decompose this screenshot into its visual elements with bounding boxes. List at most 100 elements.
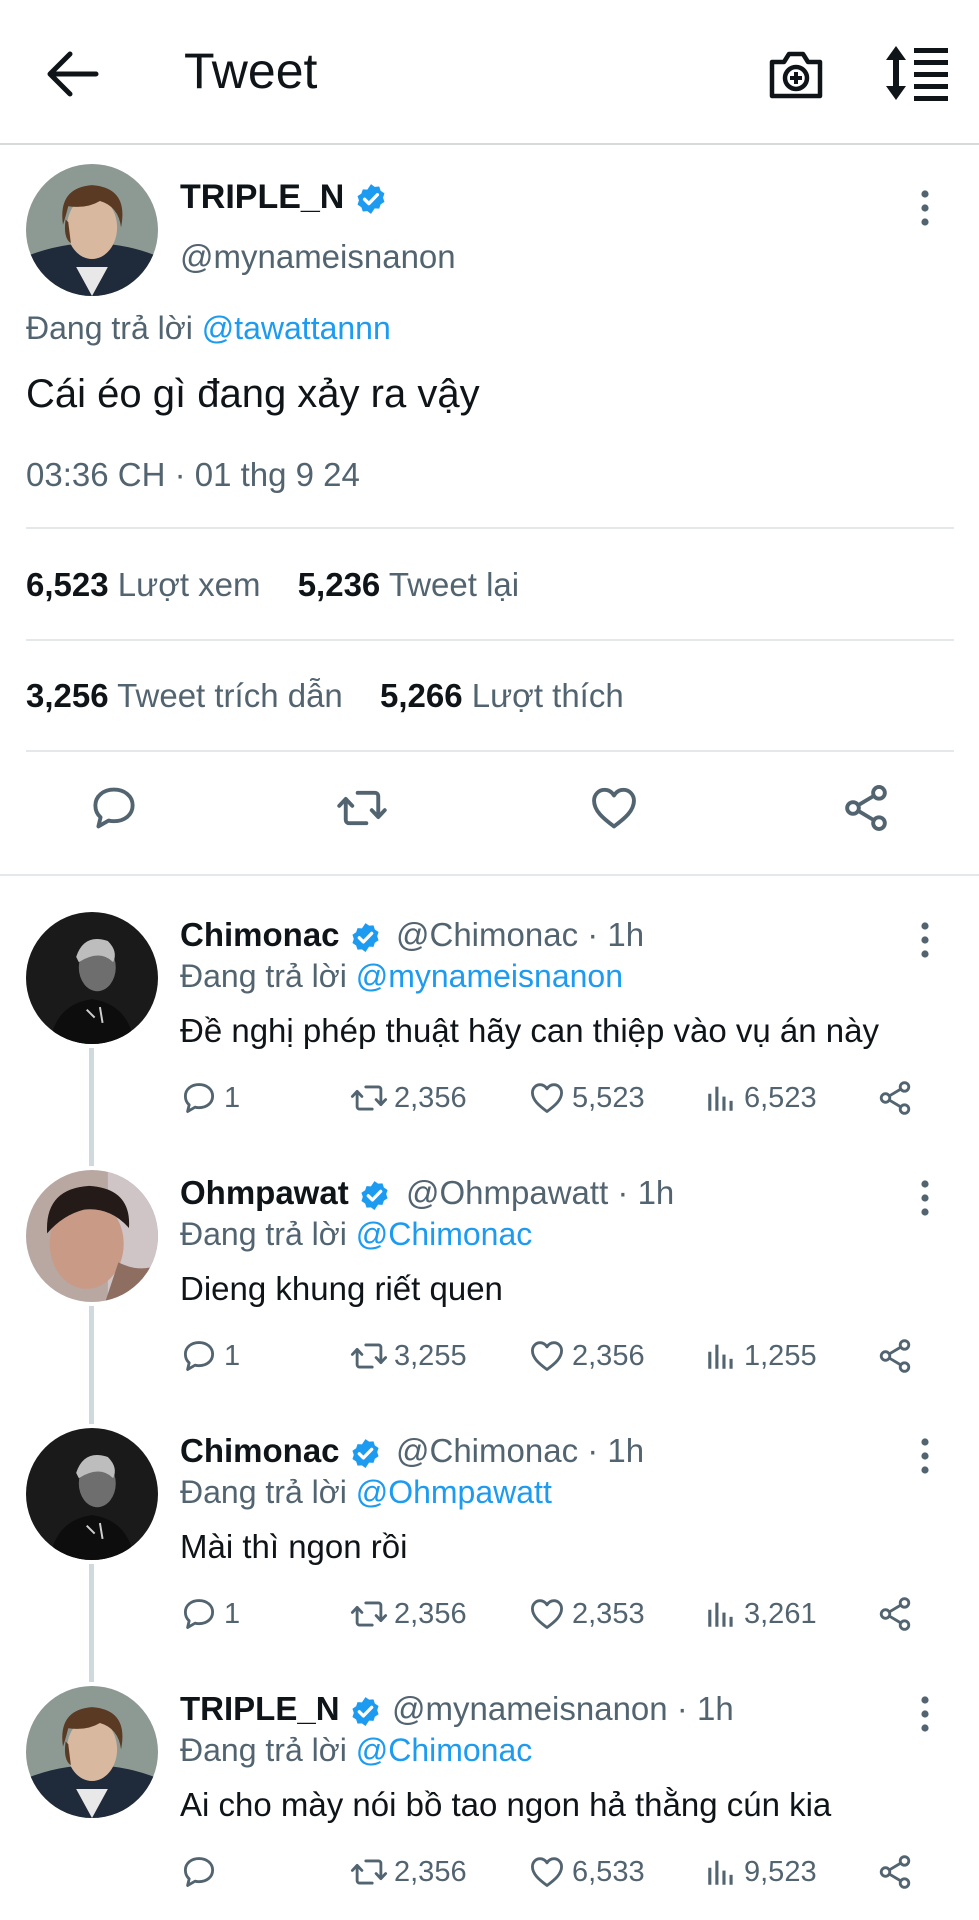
divider <box>26 527 954 529</box>
retweets-stat[interactable]: 5,236 Tweet lại <box>298 566 519 603</box>
like-icon <box>528 1595 566 1633</box>
reply-mention-link[interactable]: @Chimonac <box>356 1216 533 1252</box>
views-count[interactable]: 1,255 <box>704 1334 817 1378</box>
views-icon <box>704 1081 738 1115</box>
reply-count[interactable]: 1 <box>180 1592 240 1636</box>
more-vertical-icon[interactable] <box>915 1436 935 1476</box>
more-vertical-icon[interactable] <box>915 920 935 960</box>
reply-count[interactable] <box>180 1850 224 1894</box>
reply-mention-link[interactable]: @tawattannn <box>202 310 391 346</box>
retweet-icon[interactable] <box>336 782 388 834</box>
reply-tweet[interactable]: Chimonac @Chimonac · 1h Đang trả lời @my… <box>0 876 979 1134</box>
tweet-metrics: 1 2,356 5,523 6,523 <box>180 1076 950 1120</box>
divider <box>26 639 954 641</box>
retweet-icon <box>350 1079 388 1117</box>
back-arrow-icon[interactable] <box>44 48 100 100</box>
main-tweet: TRIPLE_N @mynameisnanon Đang trả lời @ta… <box>0 146 979 876</box>
reply-tweet[interactable]: Ohmpawat @Ohmpawatt · 1h Đang trả lời @C… <box>0 1134 979 1392</box>
user-handle[interactable]: @mynameisnanon · 1h <box>392 1690 734 1728</box>
reply-count[interactable]: 1 <box>180 1076 240 1120</box>
tweet-text: Mài thì ngon rồi <box>180 1528 408 1565</box>
user-handle[interactable]: @Chimonac · 1h <box>396 916 644 954</box>
reply-tweet[interactable]: Chimonac @Chimonac · 1h Đang trả lời @Oh… <box>0 1392 979 1650</box>
verified-badge-icon <box>349 1695 382 1728</box>
reply-mention-link[interactable]: @Ohmpawatt <box>356 1474 552 1510</box>
tweet-timestamp: 03:36 CH · 01 thg 9 24 <box>26 456 360 493</box>
more-vertical-icon[interactable] <box>915 1178 935 1218</box>
tweet-text: Ai cho mày nói bồ tao ngon hả thằng cún … <box>180 1786 832 1823</box>
like-icon <box>528 1853 566 1891</box>
avatar[interactable] <box>26 912 158 1044</box>
retweet-count[interactable]: 2,356 <box>350 1076 467 1120</box>
share-icon <box>876 1337 914 1375</box>
verified-badge-icon <box>354 182 388 216</box>
replying-to: Đang trả lời @tawattannn <box>26 310 391 346</box>
views-count[interactable]: 9,523 <box>704 1850 817 1894</box>
avatar[interactable] <box>26 1170 158 1302</box>
stats-row-2: 3,256 Tweet trích dẫn 5,266 Lượt thích <box>26 677 624 715</box>
like-icon <box>528 1079 566 1117</box>
replying-to: Đang trả lời @Chimonac <box>180 1216 533 1252</box>
display-name[interactable]: Chimonac <box>180 916 382 954</box>
reply-icon <box>180 1079 218 1117</box>
share-button[interactable] <box>876 1592 920 1636</box>
more-vertical-icon[interactable] <box>915 188 935 228</box>
share-icon <box>876 1853 914 1891</box>
camera-plus-icon[interactable] <box>766 44 826 104</box>
views-icon <box>704 1339 738 1373</box>
avatar[interactable] <box>26 1428 158 1560</box>
tweet-metrics: 1 2,356 2,353 3,261 <box>180 1592 950 1636</box>
tweet-metrics: 2,356 6,533 9,523 <box>180 1850 950 1894</box>
retweet-icon <box>350 1337 388 1375</box>
replying-to: Đang trả lời @mynameisnanon <box>180 958 623 994</box>
views-stat[interactable]: 6,523 Lượt xem <box>26 566 261 603</box>
retweet-icon <box>350 1853 388 1891</box>
share-icon <box>876 1595 914 1633</box>
reply-count[interactable]: 1 <box>180 1334 240 1378</box>
reply-icon[interactable] <box>88 782 140 834</box>
retweet-count[interactable]: 3,255 <box>350 1334 467 1378</box>
display-name[interactable]: TRIPLE_N <box>180 1690 382 1728</box>
stats-row-1: 6,523 Lượt xem 5,236 Tweet lại <box>26 566 519 604</box>
reply-icon <box>180 1337 218 1375</box>
retweet-count[interactable]: 2,356 <box>350 1592 467 1636</box>
display-name[interactable]: Ohmpawat <box>180 1174 391 1212</box>
likes-stat[interactable]: 5,266 Lượt thích <box>380 677 624 714</box>
retweet-count[interactable]: 2,356 <box>350 1850 467 1894</box>
user-handle[interactable]: @mynameisnanon <box>180 238 456 276</box>
views-icon <box>704 1855 738 1889</box>
like-icon[interactable] <box>588 782 640 834</box>
like-count[interactable]: 2,353 <box>528 1592 645 1636</box>
main-actions-bar <box>0 774 979 844</box>
replying-to: Đang trả lời @Ohmpawatt <box>180 1474 552 1510</box>
more-vertical-icon[interactable] <box>915 1694 935 1734</box>
tweet-metrics: 1 3,255 2,356 1,255 <box>180 1334 950 1378</box>
top-app-bar: Tweet <box>0 0 979 145</box>
quotes-stat[interactable]: 3,256 Tweet trích dẫn <box>26 677 343 714</box>
display-name[interactable]: TRIPLE_N <box>180 178 388 217</box>
reply-mention-link[interactable]: @mynameisnanon <box>356 958 623 994</box>
share-icon <box>876 1079 914 1117</box>
like-count[interactable]: 6,533 <box>528 1850 645 1894</box>
views-count[interactable]: 6,523 <box>704 1076 817 1120</box>
share-button[interactable] <box>876 1076 920 1120</box>
user-handle[interactable]: @Ohmpawatt · 1h <box>406 1174 674 1212</box>
views-icon <box>704 1597 738 1631</box>
like-count[interactable]: 5,523 <box>528 1076 645 1120</box>
like-count[interactable]: 2,356 <box>528 1334 645 1378</box>
verified-badge-icon <box>349 1437 382 1470</box>
share-icon[interactable] <box>840 782 892 834</box>
share-button[interactable] <box>876 1334 920 1378</box>
reply-tweet[interactable]: TRIPLE_N @mynameisnanon · 1h Đang trả lờ… <box>0 1650 979 1908</box>
reply-icon <box>180 1853 218 1891</box>
avatar[interactable] <box>26 1686 158 1818</box>
display-name[interactable]: Chimonac <box>180 1432 382 1470</box>
share-button[interactable] <box>876 1850 920 1894</box>
divider <box>26 750 954 752</box>
views-count[interactable]: 3,261 <box>704 1592 817 1636</box>
verified-badge-icon <box>358 1179 391 1212</box>
avatar[interactable] <box>26 164 158 296</box>
user-handle[interactable]: @Chimonac · 1h <box>396 1432 644 1470</box>
sort-list-icon[interactable] <box>884 44 950 102</box>
reply-mention-link[interactable]: @Chimonac <box>356 1732 533 1768</box>
